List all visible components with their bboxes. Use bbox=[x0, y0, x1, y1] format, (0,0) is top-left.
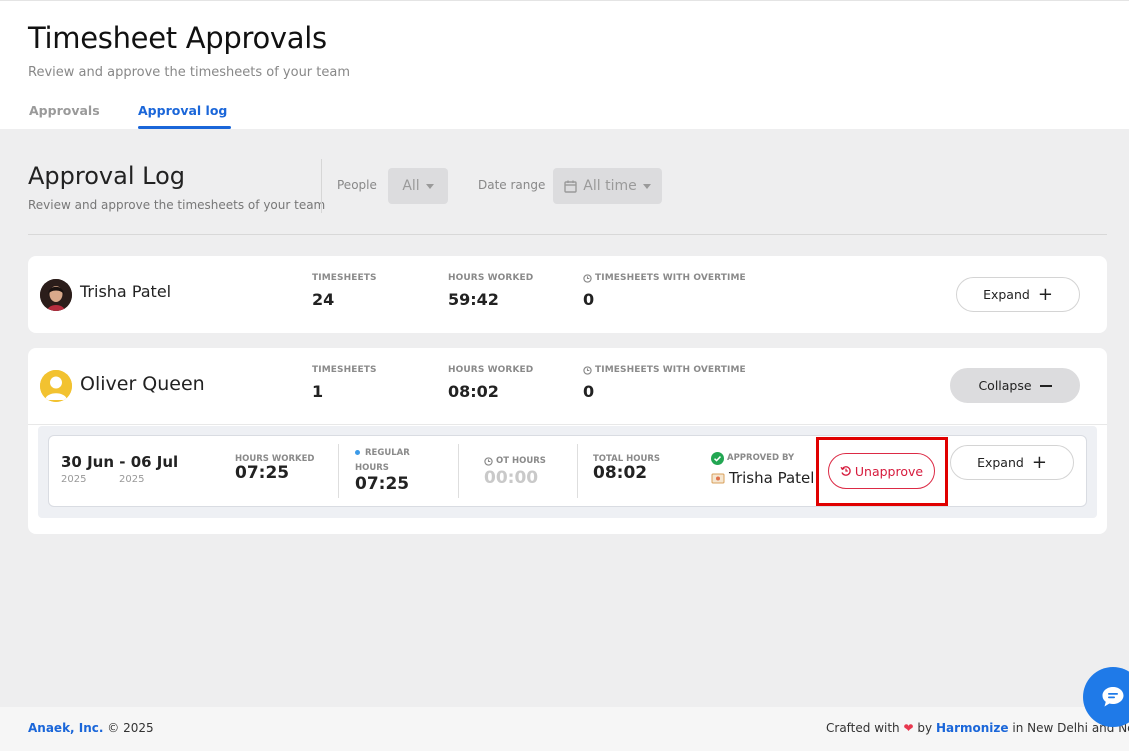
footer: Anaek, Inc. © 2025 Crafted with ❤ by Har… bbox=[0, 707, 1129, 751]
overtime-count: 0 bbox=[583, 290, 595, 309]
overtime-header: TIMESHEETS WITH OVERTIME bbox=[583, 365, 746, 375]
timesheet-date-range: 30 Jun - 06 Jul bbox=[61, 453, 179, 471]
unapprove-button[interactable]: Unapprove bbox=[828, 453, 935, 489]
tab-approvals[interactable]: Approvals bbox=[29, 103, 100, 118]
ot-clock-icon bbox=[484, 457, 493, 466]
plus-icon: + bbox=[1037, 283, 1053, 305]
ot-hours-value: 00:00 bbox=[484, 468, 539, 488]
timesheets-count: 24 bbox=[312, 290, 335, 309]
overtime-label: TIMESHEETS WITH OVERTIME bbox=[595, 365, 746, 375]
collapse-button[interactable]: Collapse bbox=[950, 368, 1080, 403]
footer-copyright: Anaek, Inc. © 2025 bbox=[28, 721, 154, 735]
divider bbox=[321, 159, 322, 213]
timesheets-count: 1 bbox=[312, 382, 324, 401]
total-hours-value: 08:02 bbox=[593, 463, 648, 483]
chat-bubble-icon bbox=[1102, 687, 1124, 707]
check-circle-icon bbox=[711, 451, 724, 465]
expand-button[interactable]: Expand + bbox=[956, 277, 1080, 312]
collapse-button-label: Collapse bbox=[978, 378, 1032, 393]
divider bbox=[577, 444, 578, 498]
caret-down-icon bbox=[642, 183, 651, 189]
avatar bbox=[40, 279, 72, 311]
approver-name: Trisha Patel bbox=[729, 469, 815, 487]
footer-credits: Crafted with ❤ by Harmonize in New Delhi… bbox=[826, 721, 1129, 735]
company-link[interactable]: Anaek, Inc. bbox=[28, 721, 103, 735]
date-range-dropdown[interactable]: All time bbox=[553, 168, 662, 204]
crafted-text: Crafted with bbox=[826, 721, 900, 735]
page-subtitle: Review and approve the timesheets of you… bbox=[28, 65, 351, 80]
people-filter-value: All bbox=[402, 178, 420, 194]
approver-avatar-icon bbox=[711, 473, 725, 484]
overtime-header: TIMESHEETS WITH OVERTIME bbox=[583, 273, 746, 283]
brand-link[interactable]: Harmonize bbox=[936, 721, 1009, 735]
person-name: Oliver Queen bbox=[80, 373, 205, 395]
expand-button-label: Expand bbox=[977, 455, 1024, 470]
caret-down-icon bbox=[425, 183, 434, 189]
undo-clock-icon bbox=[840, 466, 851, 476]
person-name: Trisha Patel bbox=[80, 282, 172, 301]
ot-hours-header: OT HOURS bbox=[484, 454, 546, 468]
regular-dot-icon bbox=[355, 450, 360, 455]
minus-icon bbox=[1039, 384, 1052, 387]
section-title: Approval Log bbox=[28, 162, 185, 190]
overtime-clock-icon bbox=[583, 365, 592, 375]
avatar bbox=[40, 370, 72, 402]
overtime-count: 0 bbox=[583, 382, 595, 401]
hours-worked-value: 07:25 bbox=[235, 463, 290, 483]
hours-worked-value: 59:42 bbox=[448, 290, 499, 309]
page-title: Timesheet Approvals bbox=[28, 21, 327, 55]
heart-icon: ❤ bbox=[903, 721, 914, 735]
regular-hours-value: 07:25 bbox=[355, 474, 410, 494]
overtime-label: TIMESHEETS WITH OVERTIME bbox=[595, 273, 746, 283]
timesheets-label: TIMESHEETS bbox=[312, 273, 377, 283]
unapprove-label: Unapprove bbox=[854, 463, 924, 479]
overtime-clock-icon bbox=[583, 273, 592, 283]
page-header: Timesheet Approvals Review and approve t… bbox=[0, 0, 1129, 129]
hours-worked-value: 08:02 bbox=[448, 382, 499, 401]
start-year: 2025 bbox=[61, 474, 87, 485]
section-subtitle: Review and approve the timesheets of you… bbox=[28, 198, 326, 212]
timesheet-expand-button[interactable]: Expand + bbox=[950, 445, 1074, 480]
calendar-icon bbox=[564, 180, 577, 193]
regular-label: REGULAR bbox=[365, 448, 410, 458]
date-range-value: All time bbox=[583, 178, 637, 194]
ot-hours-label: OT HOURS bbox=[496, 456, 546, 466]
expand-button-label: Expand bbox=[983, 287, 1030, 302]
person-card: Trisha Patel TIMESHEETS 24 HOURS WORKED … bbox=[28, 256, 1107, 333]
divider bbox=[28, 234, 1107, 235]
end-year: 2025 bbox=[119, 474, 145, 485]
approver: Trisha Patel bbox=[711, 469, 814, 487]
divider bbox=[458, 444, 459, 498]
hours-worked-label: HOURS WORKED bbox=[448, 365, 534, 375]
approved-by-header: APPROVED BY bbox=[711, 451, 794, 465]
approved-by-label: APPROVED BY bbox=[727, 453, 795, 463]
active-tab-indicator bbox=[138, 126, 231, 129]
divider bbox=[338, 444, 339, 498]
plus-icon: + bbox=[1031, 451, 1047, 473]
hours-worked-label: HOURS WORKED bbox=[448, 273, 534, 283]
crafted-by-text: by bbox=[917, 721, 933, 735]
people-filter-label: People bbox=[337, 178, 377, 192]
timesheets-label: TIMESHEETS bbox=[312, 365, 377, 375]
date-range-label: Date range bbox=[478, 178, 546, 192]
divider bbox=[28, 424, 1107, 425]
tab-approval-log[interactable]: Approval log bbox=[138, 103, 227, 118]
copyright-text: © 2025 bbox=[107, 721, 154, 735]
people-filter-dropdown[interactable]: All bbox=[388, 168, 448, 204]
